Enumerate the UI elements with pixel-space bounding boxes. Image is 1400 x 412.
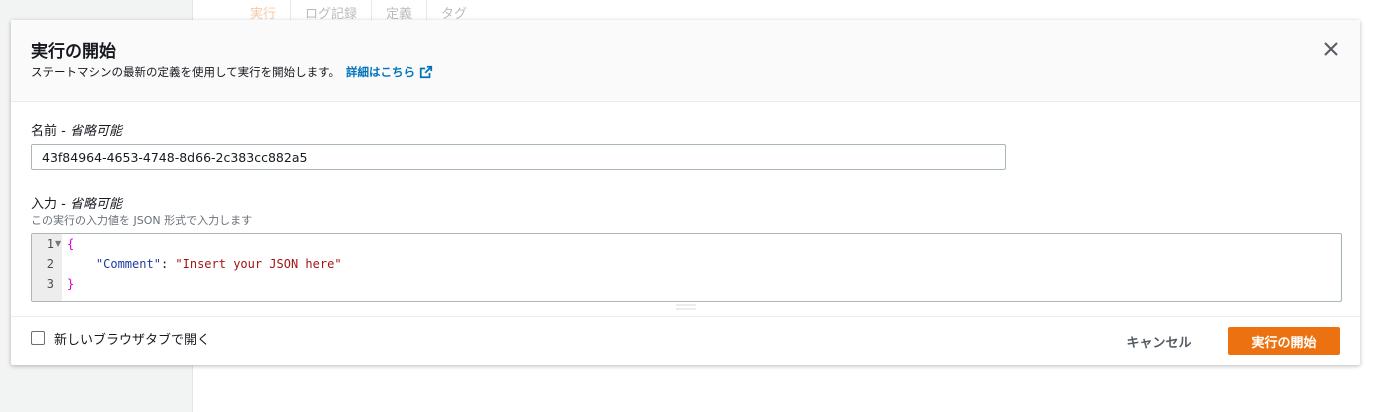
close-icon <box>1324 42 1338 56</box>
code-close-brace: } <box>67 277 75 291</box>
external-link-icon <box>419 65 433 79</box>
editor-code-area[interactable]: { "Comment": "Insert your JSON here" } <box>62 234 1340 301</box>
input-hint: この実行の入力値を JSON 形式で入力します <box>31 214 253 227</box>
json-editor[interactable]: 1 ▼ 2 3 { "Comment": "Insert your JSON h… <box>31 233 1342 302</box>
code-line: "Comment": "Insert your JSON here" <box>67 254 342 274</box>
name-input[interactable] <box>31 144 1006 170</box>
start-execution-modal: 実行の開始 ステートマシンの最新の定義を使用して実行を開始します。 詳細はこちら… <box>11 20 1360 365</box>
name-optional-text: 省略可能 <box>69 124 122 139</box>
code-colon: : <box>160 257 176 271</box>
modal-description-row: ステートマシンの最新の定義を使用して実行を開始します。 詳細はこちら <box>31 64 433 80</box>
line-number: 1 <box>46 237 54 251</box>
learn-more-link[interactable]: 詳細はこちら <box>346 64 433 80</box>
background-tab-logging: ログ記録 <box>291 0 373 22</box>
name-label-text: 名前 - <box>31 124 70 139</box>
input-field-label: 入力 - 省略可能 <box>31 193 122 212</box>
modal-header: 実行の開始 ステートマシンの最新の定義を使用して実行を開始します。 詳細はこちら <box>11 20 1360 102</box>
close-button[interactable] <box>1320 38 1342 60</box>
code-value: "Insert your JSON here" <box>175 257 342 271</box>
code-key: "Comment" <box>95 257 161 271</box>
modal-footer: 新しいブラウザタブで開く キャンセル 実行の開始 <box>11 316 1360 366</box>
learn-more-label: 詳細はこちら <box>346 65 416 79</box>
cancel-button[interactable]: キャンセル <box>1109 327 1209 355</box>
resize-handle-icon[interactable] <box>676 303 696 311</box>
fold-arrow-icon[interactable]: ▼ <box>55 239 61 248</box>
open-in-new-tab-label[interactable]: 新しいブラウザタブで開く <box>54 329 210 348</box>
code-open-brace: { <box>67 237 75 251</box>
background-tab-tags: タグ <box>441 7 468 22</box>
modal-title: 実行の開始 <box>31 42 116 62</box>
name-field-label: 名前 - 省略可能 <box>31 120 122 139</box>
background-tabs: 実行 ログ記録 定義 タグ <box>236 0 481 22</box>
code-line: } <box>67 274 74 294</box>
input-label-text: 入力 - <box>31 197 70 212</box>
start-execution-button[interactable]: 実行の開始 <box>1228 327 1340 355</box>
editor-gutter: 1 ▼ 2 3 <box>32 234 62 301</box>
code-line: { <box>67 234 74 254</box>
line-number: 3 <box>46 277 54 291</box>
modal-description: ステートマシンの最新の定義を使用して実行を開始します。 <box>31 65 341 79</box>
input-optional-text: 省略可能 <box>69 197 122 212</box>
background-tab-executions: 実行 <box>236 0 292 22</box>
line-number: 2 <box>46 257 54 271</box>
background-tab-definition: 定義 <box>372 0 428 22</box>
open-in-new-tab-checkbox[interactable] <box>31 331 45 345</box>
